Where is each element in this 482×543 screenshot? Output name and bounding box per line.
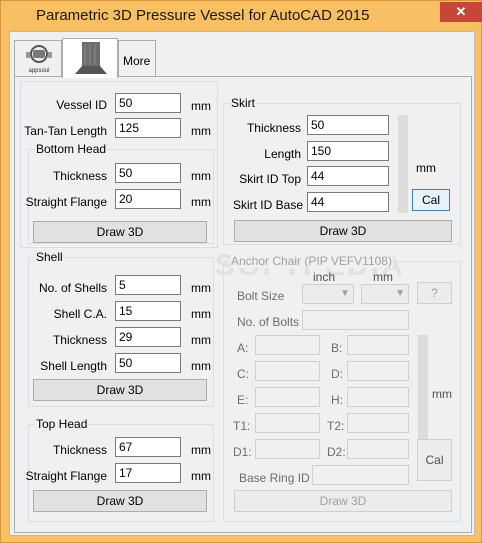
num-shells-unit: mm [191, 281, 211, 295]
shell-length-unit: mm [191, 359, 211, 373]
bottom-head-flange-unit: mm [191, 195, 211, 209]
skirt-length-input[interactable] [307, 141, 389, 161]
anchor-cal-button[interactable]: Cal [417, 439, 452, 481]
bottom-head-thickness-input[interactable] [115, 163, 181, 183]
a-input[interactable] [255, 335, 320, 355]
tab-vessel[interactable] [62, 38, 118, 78]
title-bar[interactable]: Parametric 3D Pressure Vessel for AutoCA… [1, 1, 482, 31]
t2-input[interactable] [347, 413, 409, 433]
skirt-thickness-input[interactable] [307, 115, 389, 135]
skirt-id-top-input[interactable] [307, 166, 389, 186]
top-head-flange-input[interactable] [115, 463, 181, 483]
top-head-thickness-label: Thickness [52, 443, 107, 457]
d-label: D: [331, 367, 343, 381]
d1-input[interactable] [255, 439, 320, 459]
bottom-head-flange-label: Straight Flange [25, 195, 107, 209]
e-input[interactable] [255, 387, 320, 407]
vessel-id-input[interactable] [115, 93, 181, 113]
base-ring-label: Base Ring ID [239, 471, 310, 485]
d2-input[interactable] [347, 439, 409, 459]
top-head-flange-unit: mm [191, 469, 211, 483]
a-label: A: [237, 341, 249, 355]
top-head-thickness-unit: mm [191, 443, 211, 457]
skirt-preview-bar [398, 115, 408, 213]
help-button[interactable]: ? [417, 282, 452, 304]
tan-tan-input[interactable] [115, 118, 181, 138]
skirt-id-base-input[interactable] [307, 192, 389, 212]
shell-ca-unit: mm [191, 307, 211, 321]
d1-label: D1: [233, 445, 252, 459]
num-bolts-label: No. of Bolts [237, 315, 300, 329]
anchor-chair-title: Anchor Chair (PIP VEFV1108) [230, 254, 393, 268]
shell-thickness-input[interactable] [115, 327, 181, 347]
bottom-head-flange-input[interactable] [115, 189, 181, 209]
shell-length-input[interactable] [115, 353, 181, 373]
num-shells-label: No. of Shells [38, 281, 107, 295]
bolt-size-inch-select[interactable]: ▼ [302, 284, 354, 304]
t1-input[interactable] [255, 413, 320, 433]
client-area: appsoul More SOFTPEDIA Vessel ID mm Tan-… [9, 31, 475, 536]
shell-ca-input[interactable] [115, 301, 181, 321]
top-head-flange-label: Straight Flange [25, 469, 107, 483]
base-ring-input[interactable] [312, 465, 409, 485]
anchor-draw-button[interactable]: Draw 3D [234, 490, 452, 512]
close-button[interactable]: ✕ [440, 2, 482, 22]
shell-thickness-label: Thickness [52, 333, 107, 347]
d2-label: D2: [327, 445, 346, 459]
anchor-preview-bar [418, 335, 428, 439]
tab-more-label: More [123, 54, 151, 68]
skirt-draw-button[interactable]: Draw 3D [234, 220, 452, 242]
bottom-head-draw-button[interactable]: Draw 3D [33, 221, 207, 243]
e-label: E: [237, 393, 249, 407]
top-head-draw-button[interactable]: Draw 3D [33, 490, 207, 512]
skirt-title: Skirt [230, 96, 256, 110]
tab-panel: SOFTPEDIA Vessel ID mm Tan-Tan Length mm… [14, 76, 472, 533]
b-label: B: [331, 341, 343, 355]
tab-more[interactable]: More [118, 40, 156, 76]
skirt-cal-button[interactable]: Cal [412, 189, 450, 211]
skirt-length-label: Length [264, 147, 301, 161]
bolt-size-label: Bolt Size [237, 289, 285, 303]
skirt-thickness-label: Thickness [246, 121, 301, 135]
shell-title: Shell [35, 250, 64, 264]
vessel-id-unit: mm [191, 99, 211, 113]
vessel-id-label: Vessel ID [56, 98, 107, 112]
num-shells-input[interactable] [115, 275, 181, 295]
shell-thickness-unit: mm [191, 333, 211, 347]
h-label: H: [331, 393, 343, 407]
bottom-head-title: Bottom Head [35, 142, 108, 156]
tab-appsoul[interactable]: appsoul [14, 40, 62, 76]
shell-ca-label: Shell C.A. [53, 307, 107, 321]
chevron-down-icon: ▼ [395, 288, 405, 299]
skirt-unit: mm [416, 161, 436, 175]
vessel-icon [75, 42, 107, 74]
bottom-head-thickness-unit: mm [191, 169, 211, 183]
top-head-thickness-input[interactable] [115, 437, 181, 457]
shell-length-label: Shell Length [40, 359, 107, 373]
tan-tan-label: Tan-Tan Length [24, 124, 107, 138]
chevron-down-icon: ▼ [340, 288, 350, 299]
anchor-inch-header: inch [313, 270, 336, 284]
t1-label: T1: [233, 419, 251, 433]
t2-label: T2: [327, 419, 345, 433]
top-head-title: Top Head [35, 417, 89, 431]
bottom-head-thickness-label: Thickness [52, 169, 107, 183]
c-input[interactable] [255, 361, 320, 381]
shell-draw-button[interactable]: Draw 3D [33, 379, 207, 401]
window-title: Parametric 3D Pressure Vessel for AutoCA… [36, 7, 370, 24]
tan-tan-unit: mm [191, 124, 211, 138]
b-input[interactable] [347, 335, 409, 355]
tab-appsoul-label: appsoul [28, 68, 49, 74]
num-bolts-input[interactable] [302, 310, 409, 330]
app-window: Parametric 3D Pressure Vessel for AutoCA… [0, 0, 482, 543]
d-input[interactable] [347, 361, 409, 381]
skirt-id-top-label: Skirt ID Top [239, 172, 301, 186]
bolt-size-mm-select[interactable]: ▼ [361, 284, 409, 304]
appsoul-logo-icon: appsoul [26, 45, 52, 74]
anchor-mm-header: mm [373, 270, 393, 284]
c-label: C: [237, 367, 249, 381]
anchor-unit: mm [432, 387, 452, 401]
h-input[interactable] [347, 387, 409, 407]
skirt-id-base-label: Skirt ID Base [232, 198, 303, 212]
